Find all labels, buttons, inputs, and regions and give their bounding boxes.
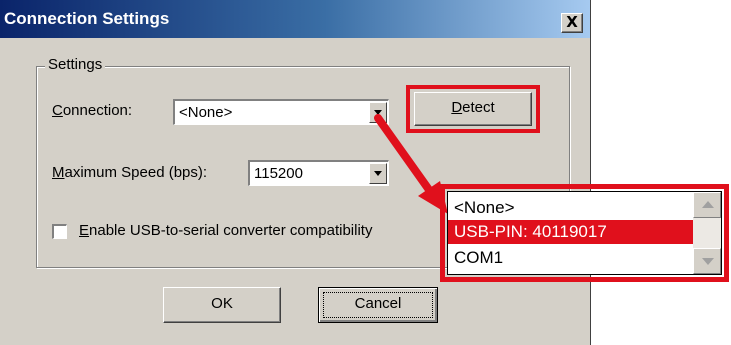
scroll-down-icon[interactable]: [693, 248, 721, 274]
dropdown-option-usb-pin[interactable]: USB-PIN: 40119017: [448, 220, 693, 244]
dropdown-option-com1[interactable]: COM1: [448, 246, 693, 270]
scroll-up-icon[interactable]: [693, 192, 721, 218]
connection-dropdown-list[interactable]: <None> USB-PIN: 40119017 COM1: [447, 191, 722, 275]
annotation-arrow: [374, 114, 448, 214]
dropdown-option-none[interactable]: <None>: [448, 196, 693, 220]
dropdown-scrollbar[interactable]: [693, 192, 721, 274]
